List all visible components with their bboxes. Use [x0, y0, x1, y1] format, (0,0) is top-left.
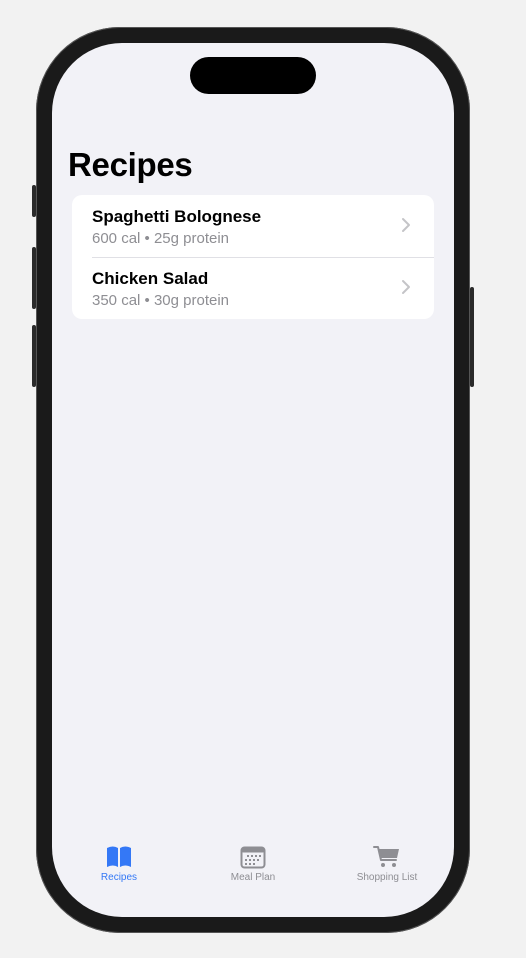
- tab-meal-plan[interactable]: Meal Plan: [186, 833, 320, 903]
- tab-shopping-list[interactable]: Shopping List: [320, 833, 454, 903]
- tab-label: Shopping List: [356, 872, 418, 883]
- chevron-right-icon: [402, 280, 410, 294]
- tab-label: Meal Plan: [230, 872, 276, 883]
- recipe-name: Chicken Salad: [92, 269, 209, 288]
- screen: Recipes Spaghetti Bolognese 600 cal • 25…: [52, 43, 454, 917]
- phone-frame: Recipes Spaghetti Bolognese 600 cal • 25…: [32, 27, 474, 933]
- action-button: [32, 185, 36, 217]
- recipe-details: 600 cal • 25g protein: [92, 230, 230, 247]
- tab-recipes[interactable]: Recipes: [52, 833, 186, 903]
- recipe-name: Spaghetti Bolognese: [92, 207, 262, 226]
- cart-icon: [373, 846, 399, 867]
- page-title: Recipes: [68, 146, 193, 183]
- dynamic-island: [190, 57, 316, 94]
- volume-up-button: [32, 247, 36, 309]
- book-icon: [107, 846, 131, 867]
- calendar-icon: [240, 846, 266, 869]
- volume-down-button: [32, 325, 36, 387]
- chevron-right-icon: [402, 218, 410, 232]
- list-item-spaghetti-bolognese[interactable]: Spaghetti Bolognese 600 cal • 25g protei…: [72, 195, 434, 257]
- tab-label: Recipes: [100, 872, 138, 883]
- recipe-list: Spaghetti Bolognese 600 cal • 25g protei…: [72, 195, 434, 319]
- recipe-details: 350 cal • 30g protein: [92, 292, 230, 309]
- power-button: [470, 287, 474, 387]
- tab-bar: Recipes Meal Plan Shopping List: [52, 833, 454, 917]
- list-item-chicken-salad[interactable]: Chicken Salad 350 cal • 30g protein: [72, 257, 434, 319]
